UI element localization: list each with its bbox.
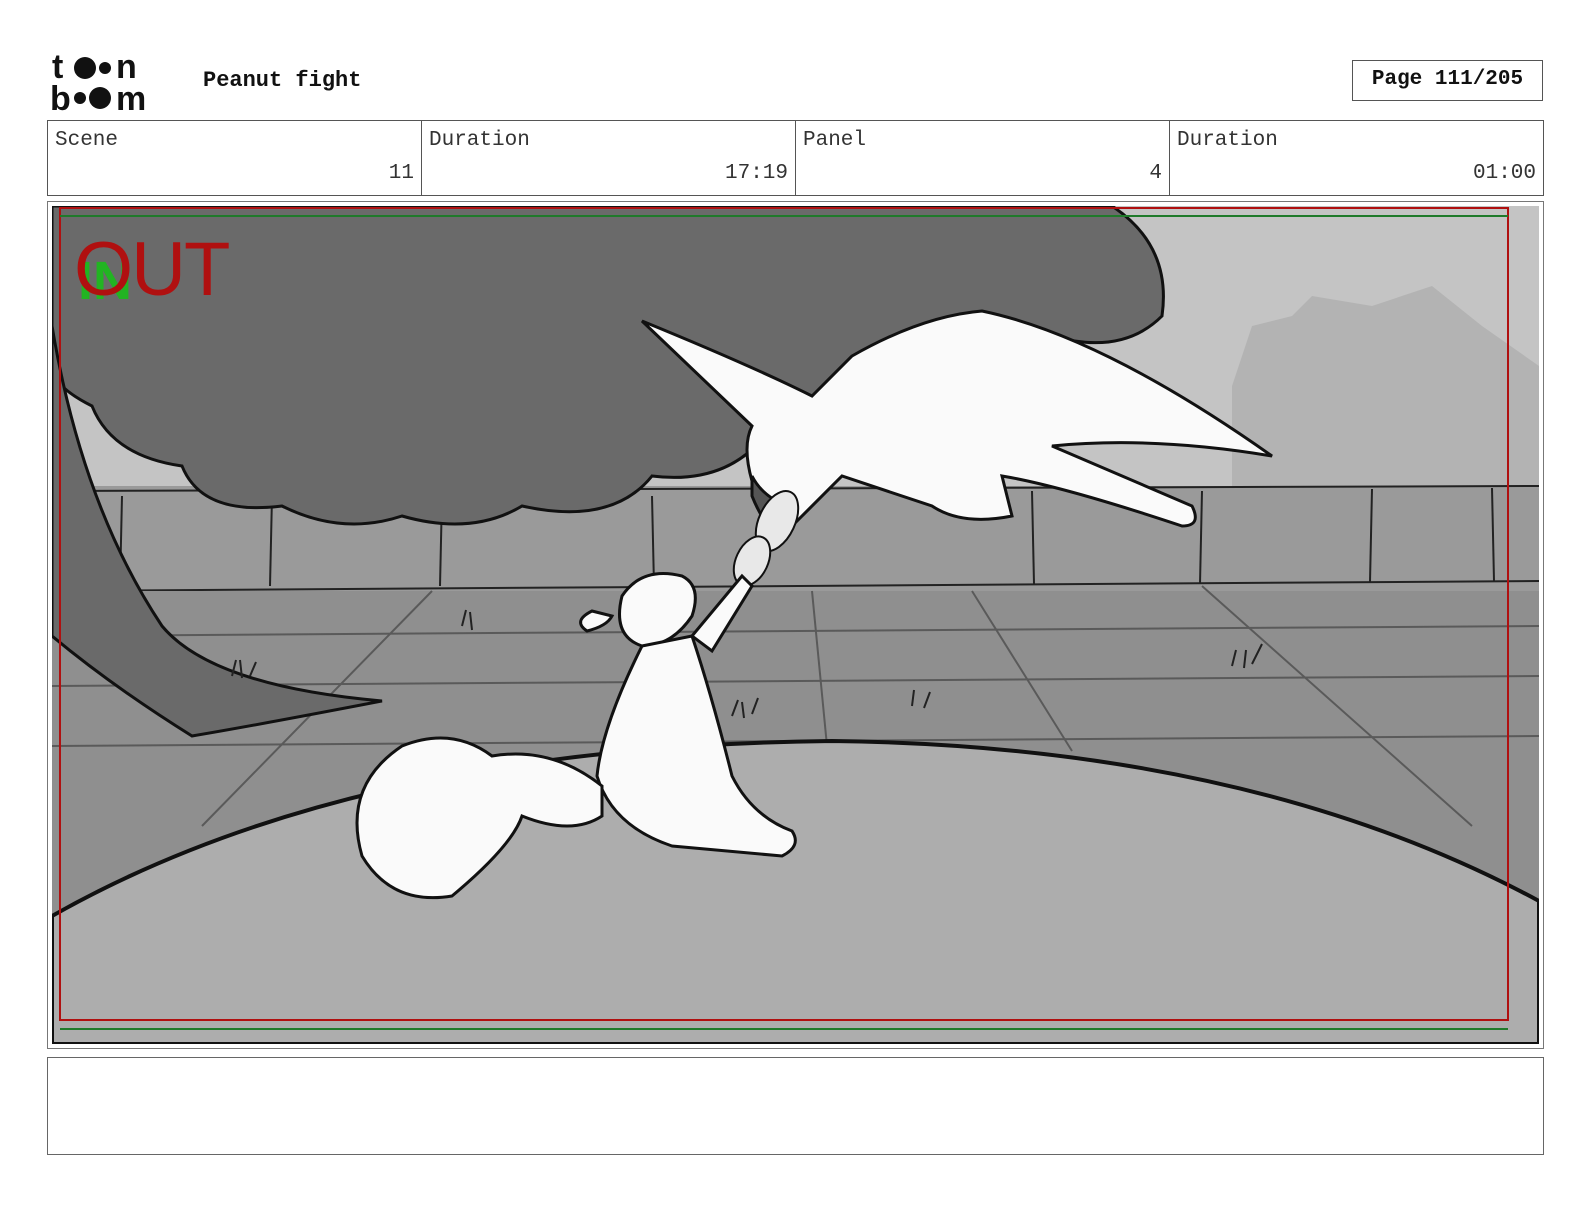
scene-label: Scene: [55, 129, 119, 152]
panel-duration-cell: Duration 01:00: [1170, 121, 1543, 195]
scene-cell: Scene 11: [48, 121, 422, 195]
panel-drawing: [50, 204, 1541, 1046]
storyboard-title: Peanut fight: [203, 68, 362, 93]
panel-label: Panel: [803, 129, 867, 152]
svg-text:m: m: [116, 80, 146, 114]
scene-duration-label: Duration: [429, 129, 530, 152]
page-indicator: Page 111/205: [1352, 60, 1543, 101]
scene-duration-value: 17:19: [724, 162, 788, 185]
panel-duration-label: Duration: [1177, 129, 1278, 152]
toon-boom-logo: t n b m: [50, 48, 168, 118]
panel-value: 4: [1149, 162, 1162, 185]
scene-duration-cell: Duration 17:19: [422, 121, 796, 195]
out-marker: OUT: [74, 227, 230, 312]
info-table: Scene 11 Duration 17:19 Panel 4 Duration…: [47, 120, 1544, 196]
svg-text:b: b: [50, 80, 71, 114]
panel-cell: Panel 4: [796, 121, 1170, 195]
scene-value: 11: [388, 162, 414, 185]
panel-notes-box: [47, 1057, 1544, 1155]
panel-duration-value: 01:00: [1472, 162, 1536, 185]
